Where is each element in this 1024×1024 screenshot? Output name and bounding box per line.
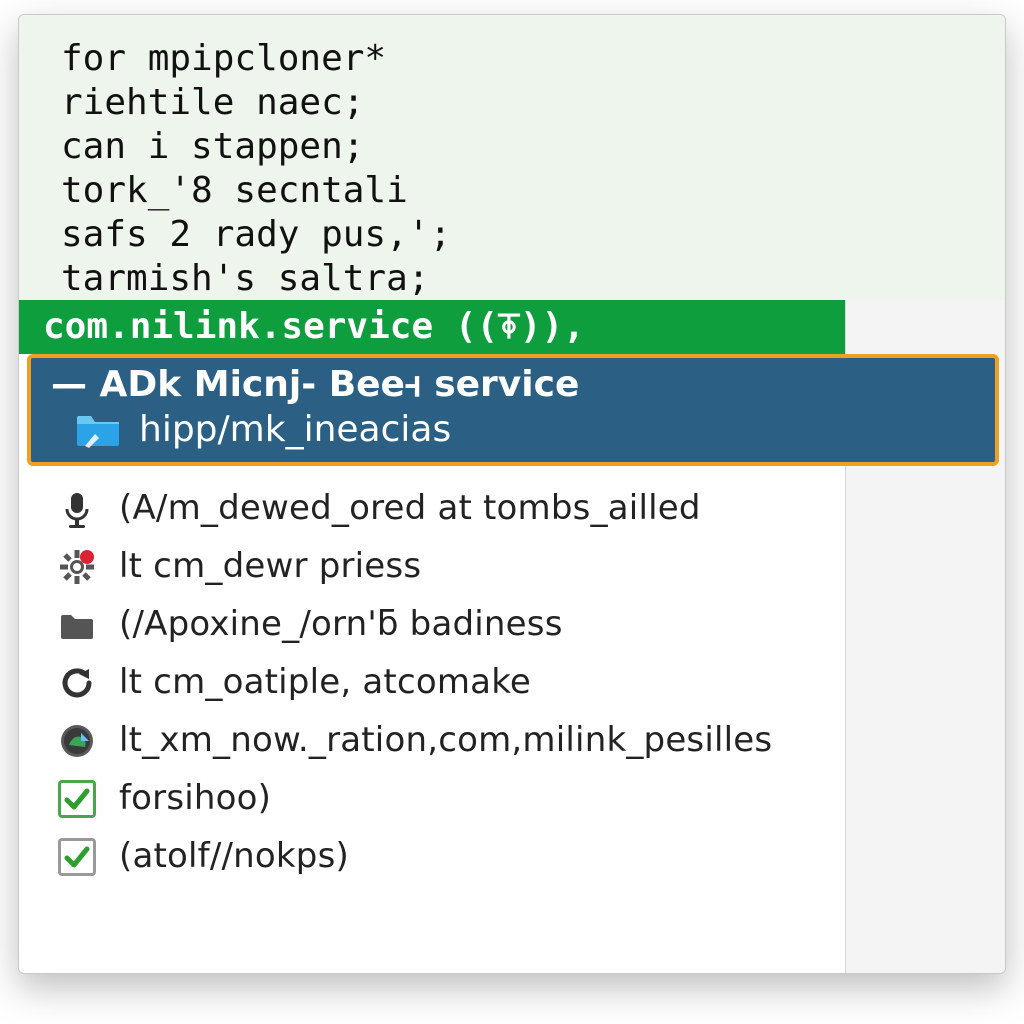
globe-app-icon	[57, 721, 97, 761]
selected-suggestion[interactable]: — ADk Micnj- Beeꟶ service hipp/mk_ineaci…	[27, 354, 999, 466]
check-green-icon	[57, 779, 97, 819]
service-name: com.nilink.service	[43, 306, 433, 347]
list-item-label: lt cm_oatiple, atcomake	[119, 660, 531, 706]
code-line: safs 2 rady pus,';	[61, 213, 1005, 257]
list-item-label: lt cm_dewr priess	[119, 544, 421, 590]
code-line: riehtile naec;	[61, 81, 1005, 125]
folder-icon	[57, 605, 97, 645]
list-item-label: (A/m_dewed_ored at tombs_ailled	[119, 486, 701, 532]
service-header[interactable]: com.nilink.service ((⍕)),	[19, 300, 845, 354]
list-item[interactable]: forsihoo)	[19, 770, 1005, 828]
mic-icon	[57, 489, 97, 529]
service-suffix-open: ((	[433, 306, 498, 347]
suggestion-list: (A/m_dewed_ored at tombs_ailled	[19, 466, 1005, 885]
code-line: tarmish's saltra;	[61, 257, 1005, 301]
list-item[interactable]: (/Apoxine_/orn'ƃ badiness	[19, 596, 1005, 654]
service-suffix-close: )),	[520, 306, 585, 347]
selected-line-1: — ADk Micnj- Beeꟶ service	[51, 362, 985, 407]
service-glyph-icon: ⍕	[498, 306, 520, 347]
list-item[interactable]: (atolf//nokps)	[19, 828, 1005, 886]
list-item-label: (atolf//nokps)	[119, 834, 349, 880]
list-item[interactable]: lt cm_dewr priess	[19, 538, 1005, 596]
list-item-label: forsihoo)	[119, 776, 271, 822]
list-item[interactable]: lt cm_oatiple, atcomake	[19, 654, 1005, 712]
folder-share-icon	[75, 412, 121, 448]
code-line: tork_'8 secntali	[61, 169, 1005, 213]
check-gray-icon	[57, 837, 97, 877]
refresh-icon	[57, 663, 97, 703]
code-snippet-block: for mpipcloner* riehtile naec; can i sta…	[19, 15, 1005, 300]
autocomplete-panel: for mpipcloner* riehtile naec; can i sta…	[18, 14, 1006, 974]
code-line: for mpipcloner*	[61, 37, 1005, 81]
selected-line-2: hipp/mk_ineacias	[139, 407, 451, 452]
list-item[interactable]: (A/m_dewed_ored at tombs_ailled	[19, 480, 1005, 538]
gear-badge-icon	[57, 547, 97, 587]
code-line: can i stappen;	[61, 125, 1005, 169]
list-item-label: lt_xm_now._ration,com,milink_pesilles	[119, 718, 772, 764]
list-item-label: (/Apoxine_/orn'ƃ badiness	[119, 602, 563, 648]
list-item[interactable]: lt_xm_now._ration,com,milink_pesilles	[19, 712, 1005, 770]
